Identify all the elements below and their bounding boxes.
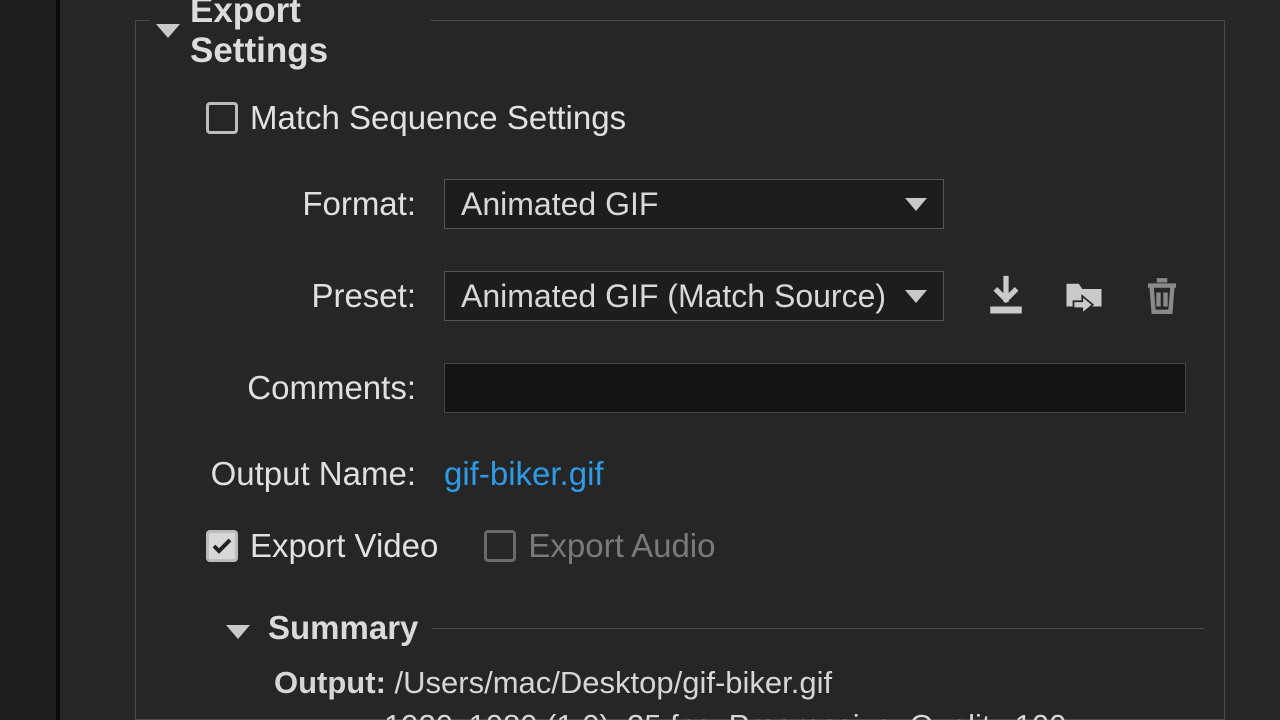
- format-select[interactable]: Animated GIF: [444, 179, 944, 229]
- summary-output-path: /Users/mac/Desktop/gif-biker.gif: [395, 665, 833, 700]
- output-name-link[interactable]: gif-biker.gif: [444, 455, 604, 493]
- preset-row: Preset: Animated GIF (Match Source): [206, 271, 1224, 321]
- match-sequence-checkbox[interactable]: [206, 102, 238, 134]
- save-preset-button[interactable]: [984, 274, 1028, 318]
- summary-details: 1920x1080 (1.0), 25 fps, Progressive, Qu…: [384, 704, 1224, 720]
- comments-input[interactable]: [444, 363, 1186, 413]
- divider: [426, 628, 1204, 629]
- export-settings-header[interactable]: Export Settings: [150, 10, 430, 52]
- trash-icon: [1141, 275, 1183, 317]
- format-row: Format: Animated GIF: [206, 179, 1224, 229]
- preset-value: Animated GIF (Match Source): [461, 278, 886, 315]
- delete-preset-button[interactable]: [1140, 274, 1184, 318]
- match-sequence-row: Match Sequence Settings: [206, 99, 1224, 137]
- format-value: Animated GIF: [461, 186, 658, 223]
- export-audio-checkbox: [484, 530, 516, 562]
- summary-output-label: Output:: [274, 665, 386, 700]
- export-video-checkbox[interactable]: [206, 530, 238, 562]
- section-title: Export Settings: [190, 0, 430, 71]
- export-settings-panel: Match Sequence Settings Format: Animated…: [135, 20, 1225, 720]
- folder-export-icon: [1063, 275, 1105, 317]
- chevron-down-icon: [226, 610, 254, 647]
- comments-label: Comments:: [206, 369, 444, 407]
- output-name-row: Output Name: gif-biker.gif: [206, 455, 1224, 493]
- chevron-down-icon: [905, 198, 927, 211]
- output-name-label: Output Name:: [206, 455, 444, 493]
- preset-select[interactable]: Animated GIF (Match Source): [444, 271, 944, 321]
- download-icon: [985, 275, 1027, 317]
- chevron-down-icon: [156, 24, 180, 38]
- preset-label: Preset:: [206, 277, 444, 315]
- summary-body: Output: /Users/mac/Desktop/gif-biker.gif…: [274, 661, 1224, 720]
- export-audio-label: Export Audio: [528, 527, 715, 565]
- preset-actions: [984, 274, 1184, 318]
- chevron-down-icon: [905, 290, 927, 303]
- left-sidebar-sliver: [0, 0, 60, 720]
- comments-row: Comments:: [206, 363, 1224, 413]
- summary-title: Summary: [268, 609, 432, 647]
- match-sequence-label: Match Sequence Settings: [250, 99, 626, 137]
- export-video-label: Export Video: [250, 527, 438, 565]
- export-toggles-row: Export Video Export Audio: [206, 527, 1224, 565]
- summary-header[interactable]: Summary: [226, 609, 1224, 647]
- format-label: Format:: [206, 185, 444, 223]
- import-preset-button[interactable]: [1062, 274, 1106, 318]
